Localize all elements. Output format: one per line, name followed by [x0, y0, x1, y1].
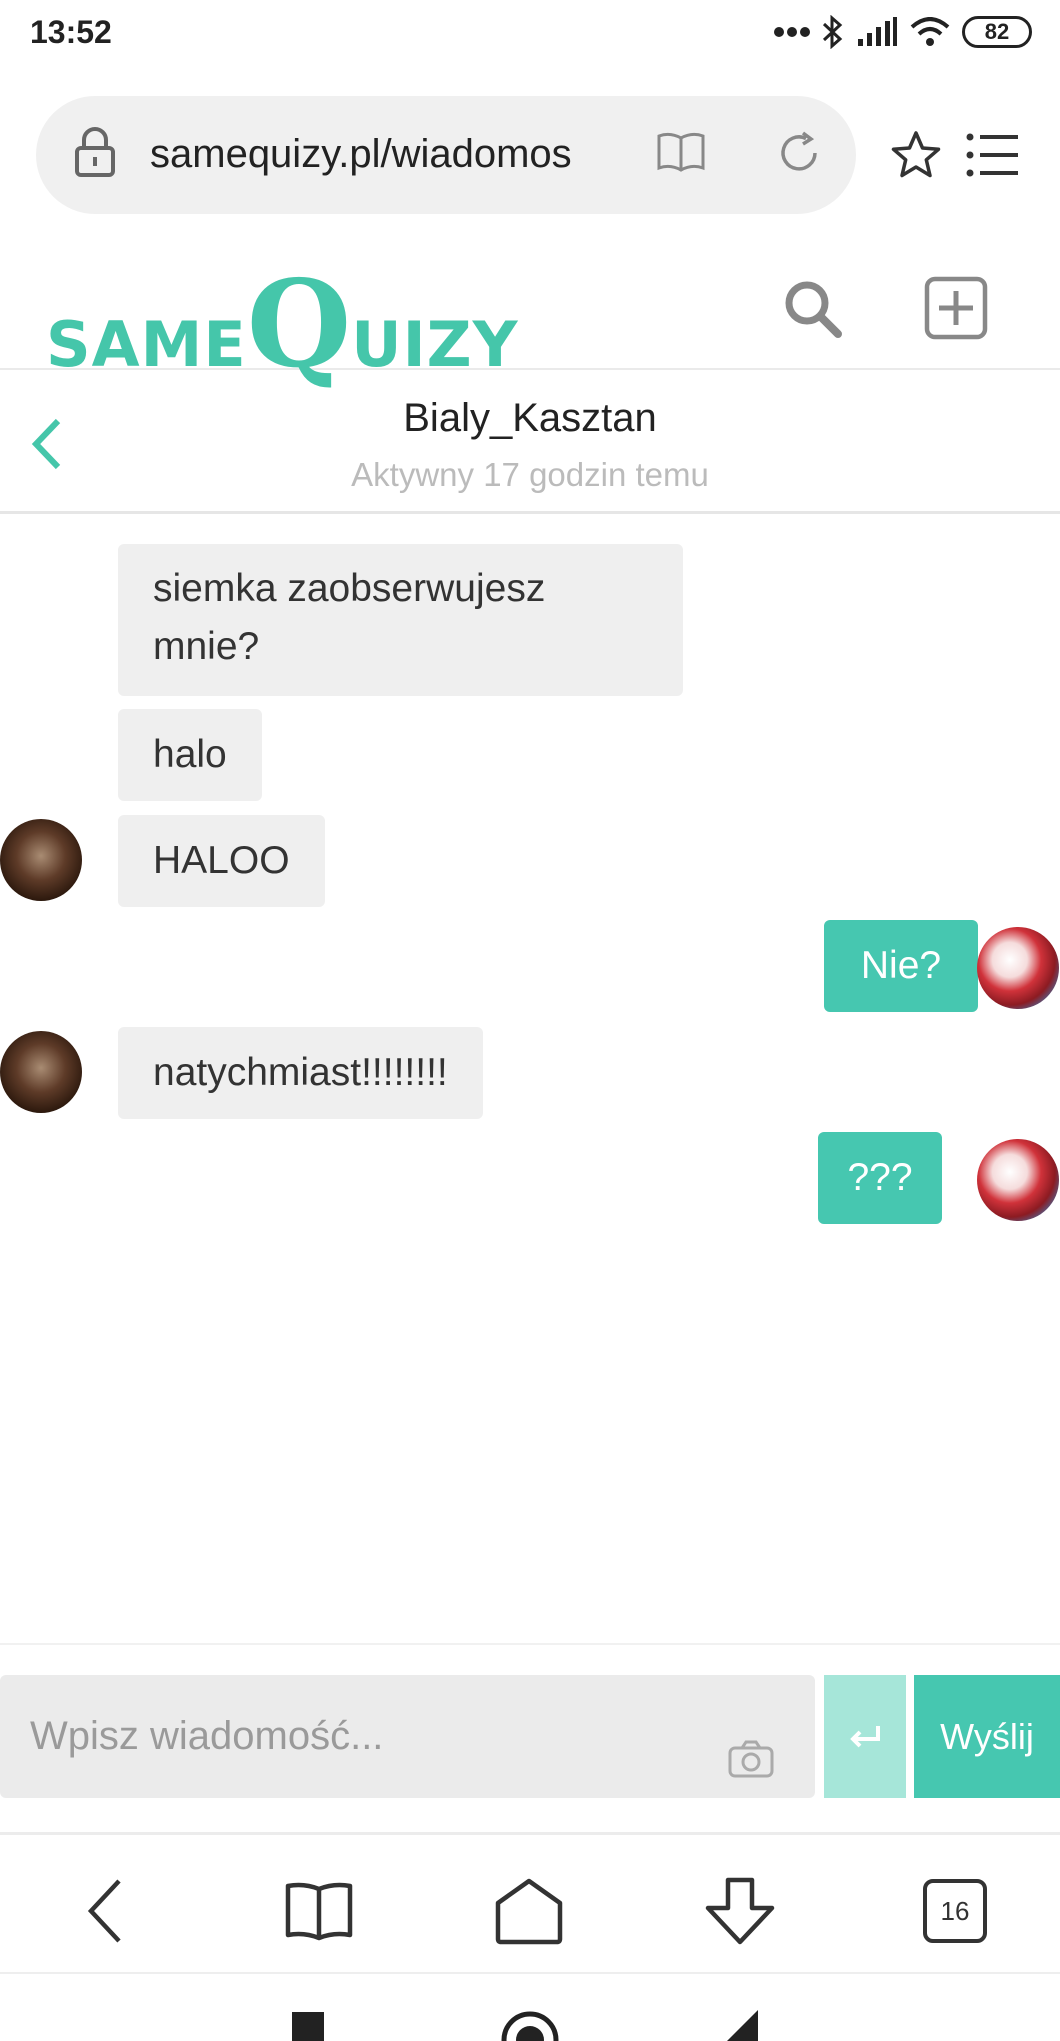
- nav-bookmarks-button[interactable]: [274, 1866, 364, 1956]
- url-text[interactable]: samequizy.pl/wiadomos: [150, 132, 572, 177]
- my-avatar[interactable]: [977, 927, 1059, 1009]
- recents-square-icon[interactable]: [290, 2010, 326, 2041]
- nav-home-button[interactable]: [484, 1866, 574, 1956]
- address-bar[interactable]: samequizy.pl/wiadomos: [36, 96, 856, 214]
- conversation-last-active: Aktywny 17 godzin temu: [351, 456, 709, 493]
- send-button[interactable]: Wyślij: [914, 1675, 1060, 1798]
- conversation-username[interactable]: Bialy_Kasztan: [0, 396, 1060, 441]
- status-time: 13:52: [30, 14, 112, 50]
- contact-avatar[interactable]: [0, 819, 82, 901]
- bluetooth-icon: [822, 15, 843, 49]
- contact-avatar[interactable]: [0, 1031, 82, 1113]
- reload-icon[interactable]: [776, 130, 822, 176]
- enter-key-button[interactable]: [824, 1675, 906, 1798]
- nav-downloads-button[interactable]: [695, 1866, 785, 1956]
- back-triangle-icon[interactable]: [720, 2010, 760, 2041]
- outgoing-message: ???: [818, 1132, 942, 1224]
- incoming-message: halo: [118, 709, 262, 801]
- more-dots-icon: [774, 27, 810, 37]
- back-arrow-icon: [87, 1879, 121, 1943]
- status-bar: 13:52 82: [0, 0, 1060, 64]
- my-avatar[interactable]: [977, 1139, 1059, 1221]
- add-quiz-icon[interactable]: [924, 276, 988, 340]
- menu-list-icon[interactable]: [966, 132, 1020, 178]
- conversation-header: Bialy_Kasztan Aktywny 17 godzin temu: [0, 372, 1060, 514]
- bookmark-star-icon[interactable]: [890, 130, 942, 180]
- battery-indicator: 82: [962, 16, 1032, 48]
- composer-divider: [0, 1643, 1060, 1645]
- nav-back-button[interactable]: [60, 1866, 150, 1956]
- lock-icon: [75, 127, 115, 177]
- download-arrow-icon: [705, 1877, 775, 1945]
- status-icons: 82: [774, 12, 1032, 52]
- system-nav-divider: [0, 1972, 1060, 1974]
- outgoing-message: Nie?: [824, 920, 978, 1012]
- incoming-message: HALOO: [118, 815, 325, 907]
- camera-icon[interactable]: [728, 1740, 774, 1778]
- toolbar-divider: [0, 1832, 1060, 1835]
- wifi-icon: [910, 17, 950, 46]
- incoming-message: siemka zaobserwujesz mnie?: [118, 544, 683, 696]
- home-icon: [495, 1878, 563, 1945]
- search-icon[interactable]: [782, 278, 844, 340]
- nav-tabs-button[interactable]: 16: [910, 1866, 1000, 1956]
- site-header: SAMEQUIZY: [0, 240, 1060, 395]
- open-book-icon: [285, 1882, 353, 1941]
- signal-icon: [858, 17, 897, 46]
- message-input[interactable]: [0, 1675, 815, 1798]
- home-circle-icon[interactable]: [500, 2010, 560, 2041]
- incoming-message: natychmiast!!!!!!!!: [118, 1027, 483, 1119]
- enter-arrow-icon: [850, 1725, 880, 1747]
- reader-mode-icon[interactable]: [656, 130, 706, 174]
- tab-count-badge: 16: [923, 1879, 987, 1943]
